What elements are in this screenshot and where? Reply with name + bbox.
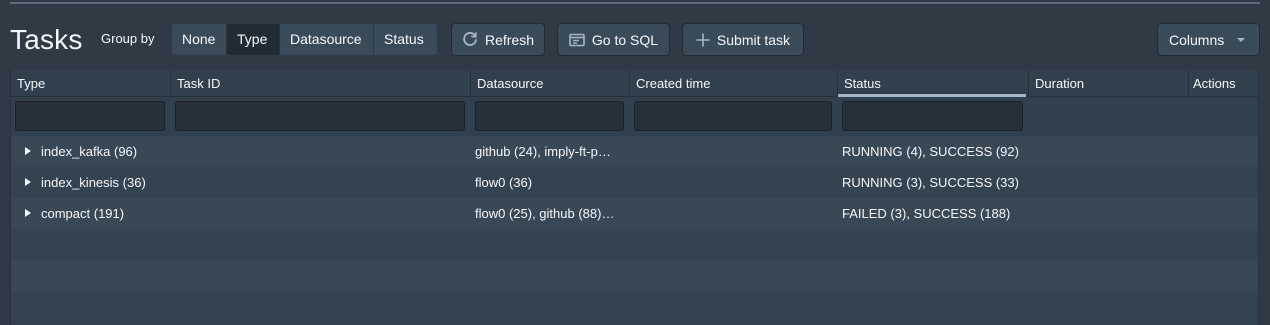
application-icon bbox=[569, 33, 585, 46]
group-by-status[interactable]: Status bbox=[374, 24, 437, 55]
datasource-filter-input[interactable] bbox=[475, 101, 624, 131]
refresh-icon bbox=[463, 31, 477, 46]
caret-down-icon bbox=[1237, 37, 1246, 42]
expand-caret-icon[interactable] bbox=[25, 147, 31, 155]
go-to-sql-label: Go to SQL bbox=[591, 31, 659, 48]
datasource-cell: github (24), imply-ft-p… bbox=[475, 144, 611, 159]
group-by-type[interactable]: Type bbox=[227, 24, 280, 55]
status-cell: RUNNING (3), SUCCESS (33) bbox=[842, 175, 1019, 190]
type-filter-input[interactable] bbox=[15, 101, 165, 131]
type-cell: index_kinesis (36) bbox=[41, 175, 146, 190]
empty-row bbox=[11, 291, 1258, 322]
column-header-task-id[interactable]: Task ID bbox=[171, 70, 471, 97]
type-cell: compact (191) bbox=[41, 206, 125, 221]
refresh-label: Refresh bbox=[484, 31, 535, 48]
group-by-segmented-control: None Type Datasource Status bbox=[172, 24, 437, 55]
group-by-label: Group by bbox=[101, 31, 155, 46]
status-cell: FAILED (3), SUCCESS (188) bbox=[842, 206, 1011, 221]
top-divider bbox=[10, 2, 1260, 4]
type-cell: index_kafka (96) bbox=[41, 144, 138, 159]
column-header-type[interactable]: Type bbox=[11, 70, 171, 97]
task-id-filter-input[interactable] bbox=[175, 101, 465, 131]
table-row[interactable]: index_kinesis (36) flow0 (36) RUNNING (3… bbox=[11, 167, 1258, 198]
columns-button[interactable]: Columns bbox=[1158, 24, 1259, 55]
expand-caret-icon[interactable] bbox=[25, 178, 31, 186]
status-filter-input[interactable] bbox=[842, 101, 1023, 131]
columns-label: Columns bbox=[1169, 31, 1225, 48]
column-header-created-time[interactable]: Created time bbox=[630, 70, 838, 97]
column-header-datasource[interactable]: Datasource bbox=[471, 70, 630, 97]
group-by-none[interactable]: None bbox=[172, 24, 227, 55]
created-time-filter-input[interactable] bbox=[634, 101, 832, 131]
datasource-cell: flow0 (25), github (88)… bbox=[475, 206, 615, 221]
group-by-datasource[interactable]: Datasource bbox=[280, 24, 374, 55]
submit-task-button[interactable]: Submit task bbox=[683, 24, 803, 55]
tasks-table: Type Task ID Datasource Created time Sta… bbox=[10, 70, 1259, 325]
refresh-button[interactable]: Refresh bbox=[452, 24, 544, 55]
table-row[interactable]: compact (191) flow0 (25), github (88)… F… bbox=[11, 198, 1258, 229]
tasks-header: Tasks Group by None Type Datasource Stat… bbox=[0, 22, 1270, 58]
page-title: Tasks bbox=[10, 24, 83, 55]
column-header-status[interactable]: Status bbox=[838, 70, 1029, 97]
status-cell: RUNNING (4), SUCCESS (92) bbox=[842, 144, 1019, 159]
go-to-sql-button[interactable]: Go to SQL bbox=[558, 24, 669, 55]
plus-icon bbox=[696, 32, 710, 47]
column-header-actions: Actions bbox=[1193, 76, 1236, 91]
filter-row bbox=[11, 98, 1258, 136]
datasource-cell: flow0 (36) bbox=[475, 175, 533, 190]
table-row[interactable]: index_kafka (96) github (24), imply-ft-p… bbox=[11, 136, 1258, 167]
submit-task-label: Submit task bbox=[716, 31, 791, 48]
table-header: Type Task ID Datasource Created time Sta… bbox=[11, 70, 1258, 97]
empty-row bbox=[11, 260, 1258, 291]
column-header-duration[interactable]: Duration bbox=[1029, 70, 1189, 97]
expand-caret-icon[interactable] bbox=[25, 209, 31, 217]
empty-row bbox=[11, 229, 1258, 260]
